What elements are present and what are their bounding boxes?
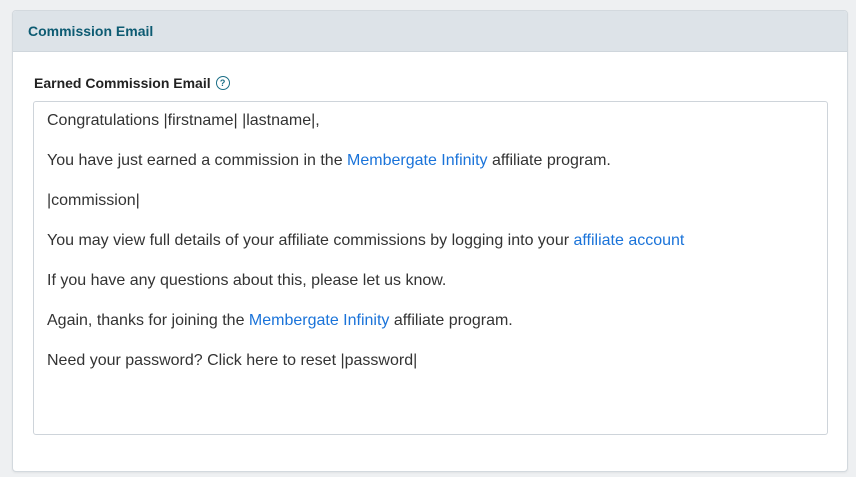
membergate-infinity-link-2[interactable]: Membergate Infinity xyxy=(249,312,390,329)
membergate-infinity-link[interactable]: Membergate Infinity xyxy=(347,152,488,169)
email-body-editor[interactable]: Congratulations |firstname| |lastname|, … xyxy=(33,101,828,435)
panel-title: Commission Email xyxy=(28,23,154,39)
email-line-password: Need your password? Click here to reset … xyxy=(47,352,418,369)
email-line-greeting: Congratulations |firstname| |lastname|, xyxy=(47,112,320,129)
commission-email-panel: Commission Email Earned Commission Email… xyxy=(12,10,848,472)
panel-header: Commission Email xyxy=(13,11,847,52)
email-line-earned: You have just earned a commission in the… xyxy=(47,152,611,169)
field-label-row: Earned Commission Email ? xyxy=(34,75,230,91)
email-line-questions: If you have any questions about this, pl… xyxy=(47,272,447,289)
affiliate-account-link[interactable]: affiliate account xyxy=(573,232,684,249)
email-line-details: You may view full details of your affili… xyxy=(47,232,685,249)
earned-commission-email-label: Earned Commission Email xyxy=(34,75,211,91)
email-line-commission: |commission| xyxy=(47,192,140,209)
email-line-thanks: Again, thanks for joining the Membergate… xyxy=(47,312,513,329)
question-circle-icon[interactable]: ? xyxy=(215,76,230,90)
